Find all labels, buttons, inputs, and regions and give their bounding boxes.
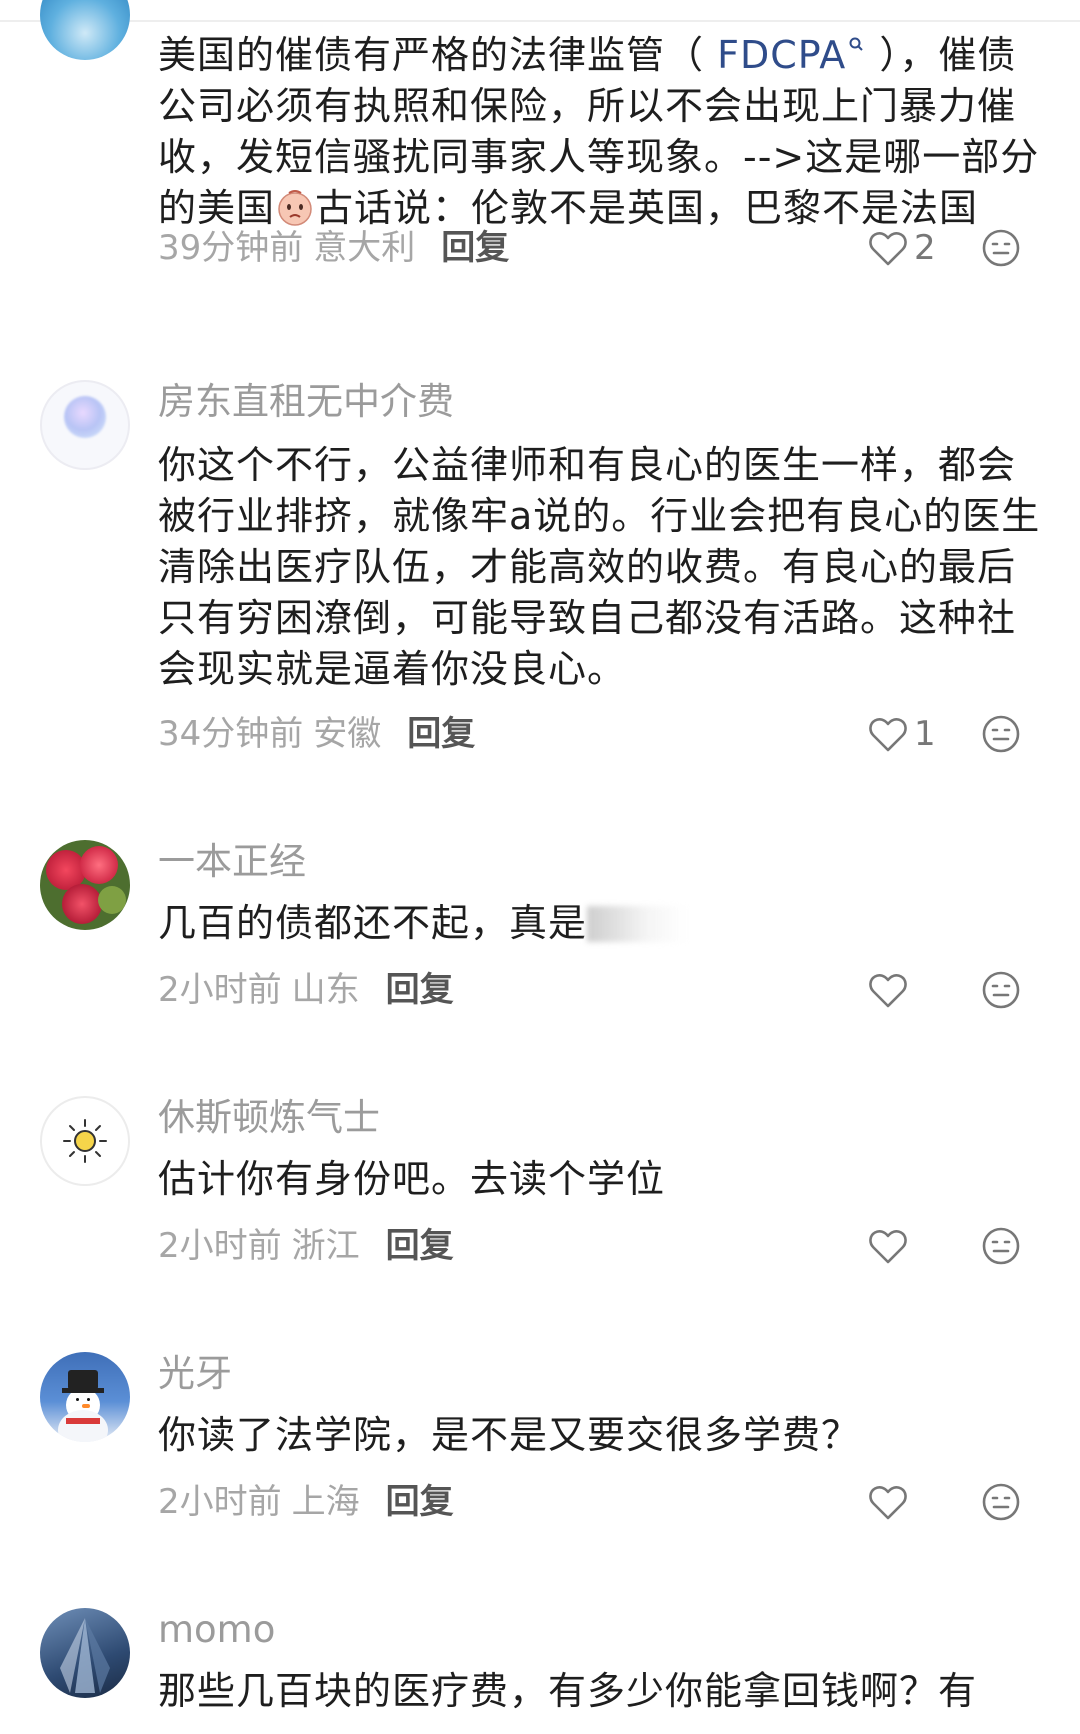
comment-location: 上海 xyxy=(291,1482,360,1522)
reply-button[interactable]: 回复 xyxy=(386,1482,454,1522)
comment-content: 你这个不行，公益律师和有良心的医生一样，都会被行业排挤，就像牢a说的。行业会把有… xyxy=(158,443,1041,691)
snowman-avatar[interactable] xyxy=(40,1352,130,1442)
comment-time: 2小时前 xyxy=(158,970,282,1010)
comment-location: 浙江 xyxy=(291,1226,360,1266)
like-button[interactable] xyxy=(868,968,914,1012)
comment-content: 估计你有身份吧。去读个学位 xyxy=(158,1157,666,1201)
comment-meta: 2小时前 浙江 回复 xyxy=(158,1224,454,1268)
like-button[interactable]: 1 xyxy=(868,712,936,756)
username[interactable]: 休斯顿炼气士 xyxy=(158,1096,380,1140)
username[interactable]: 房东直租无中介费 xyxy=(158,380,454,424)
fdcpa-link[interactable]: FDCPA xyxy=(717,33,866,77)
emoji-reaction-icon[interactable] xyxy=(981,1226,1021,1266)
comment-time: 34分钟前 xyxy=(158,714,304,754)
crying-emoji-icon xyxy=(278,190,312,226)
comment-meta: 34分钟前 安徽 回复 xyxy=(158,712,475,756)
ocean-avatar[interactable] xyxy=(40,0,130,60)
search-icon xyxy=(849,37,863,51)
flower-avatar[interactable] xyxy=(40,840,130,930)
heart-icon xyxy=(869,1486,907,1520)
comment-content: 美国的催债有严格的法律监管（ FDCPA ），催债公司必须有执照和保险，所以不会… xyxy=(158,33,1040,230)
username[interactable]: 一本正经 xyxy=(158,840,306,884)
comment-content: 几百的债都还不起，真是 xyxy=(158,898,1048,949)
comment-meta: 2小时前 山东 回复 xyxy=(158,968,454,1012)
like-count: 2 xyxy=(914,228,936,268)
comment-meta: 39分钟前 意大利 回复 xyxy=(158,226,509,270)
sun-icon xyxy=(63,1119,107,1163)
bubble-avatar[interactable] xyxy=(40,380,130,470)
heart-icon xyxy=(869,232,907,266)
comment-time: 39分钟前 xyxy=(158,228,304,268)
emoji-reaction-icon[interactable] xyxy=(981,228,1021,268)
building-avatar[interactable] xyxy=(40,1608,130,1698)
heart-icon xyxy=(869,1230,907,1264)
comment-location: 山东 xyxy=(291,970,360,1010)
comment-time: 2小时前 xyxy=(158,1226,282,1266)
emoji-reaction-icon[interactable] xyxy=(981,1482,1021,1522)
top-divider xyxy=(0,20,1080,22)
like-button[interactable] xyxy=(868,1480,914,1524)
comment-time: 2小时前 xyxy=(158,1482,282,1522)
blurred-text-overlay xyxy=(587,906,688,942)
comment-content: 你读了法学院，是不是又要交很多学费？ xyxy=(158,1413,861,1457)
comment-location: 安徽 xyxy=(313,714,382,754)
like-count: 1 xyxy=(914,714,936,754)
username[interactable]: 光牙 xyxy=(158,1352,232,1396)
like-button[interactable]: 2 xyxy=(868,226,936,270)
comment-meta: 2小时前 上海 回复 xyxy=(158,1480,454,1524)
heart-icon xyxy=(869,974,907,1008)
username[interactable]: momo xyxy=(158,1608,275,1652)
comment-content: 那些几百块的医疗费，有多少你能拿回钱啊？有 xyxy=(158,1669,978,1713)
emoji-reaction-icon[interactable] xyxy=(981,970,1021,1010)
reply-button[interactable]: 回复 xyxy=(441,228,509,268)
reply-button[interactable]: 回复 xyxy=(407,714,475,754)
reply-button[interactable]: 回复 xyxy=(386,970,454,1010)
building-icon xyxy=(60,1618,110,1693)
comment-location: 意大利 xyxy=(313,228,416,268)
emoji-reaction-icon[interactable] xyxy=(981,714,1021,754)
like-button[interactable] xyxy=(868,1224,914,1268)
reply-button[interactable]: 回复 xyxy=(386,1226,454,1266)
sun-avatar[interactable] xyxy=(40,1096,130,1186)
heart-icon xyxy=(869,718,907,752)
